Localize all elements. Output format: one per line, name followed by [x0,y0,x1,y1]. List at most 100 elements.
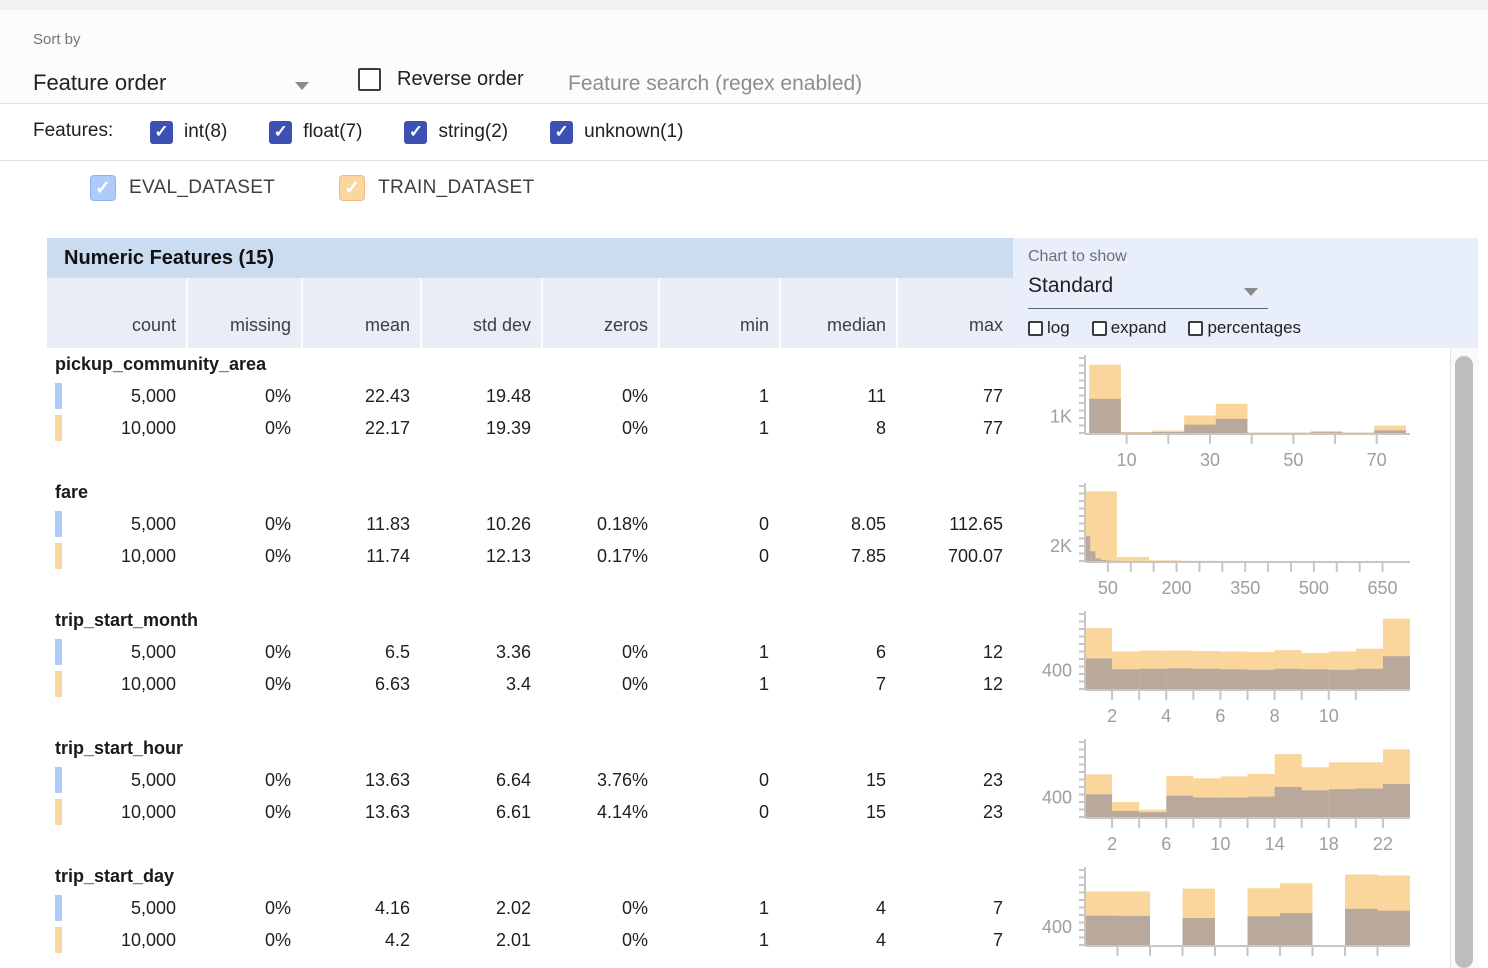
column-header-missing: missing [186,278,301,348]
feature-name: trip_start_hour [47,736,1013,764]
stat-value-missing: 0% [186,924,301,956]
stat-value-max: 23 [896,764,1013,796]
stat-value-mean: 13.63 [301,796,420,828]
chart-type-value: Standard [1028,274,1113,297]
dataset-toggle-train_dataset[interactable]: ✓ TRAIN_DATASET [339,175,534,201]
svg-text:350: 350 [1230,578,1260,598]
stat-value-median: 4 [779,892,896,924]
feature-type-filter-string[interactable]: ✓ string(2) [404,121,508,144]
filter-label: string(2) [438,121,508,143]
checkbox-unchecked-icon[interactable] [1092,321,1107,336]
checkbox-checked-icon[interactable]: ✓ [339,175,365,201]
feature-search-input[interactable] [566,63,1048,107]
sort-by-dropdown[interactable]: Feature order [33,66,323,107]
stat-value-missing: 0% [186,764,301,796]
checkbox-checked-icon[interactable]: ✓ [150,121,173,144]
chart-type-dropdown[interactable]: Standard [1028,274,1268,309]
stat-value-count: 5,000 [47,636,186,668]
stat-value-count: 5,000 [47,508,186,540]
dataset-color-swatch [55,543,62,569]
dataset-toggle-eval_dataset[interactable]: ✓ EVAL_DATASET [90,175,275,201]
stat-value-zeros: 3.76% [541,764,658,796]
stat-value-mean: 22.17 [301,412,420,444]
stat-value-median: 4 [779,924,896,956]
stat-value-std-dev: 2.01 [420,924,541,956]
stat-value-max: 12 [896,636,1013,668]
checkbox-unchecked-icon[interactable] [1028,321,1043,336]
stat-value-count: 5,000 [47,380,186,412]
column-header-zeros: zeros [541,278,658,348]
checkbox-checked-icon[interactable]: ✓ [90,175,116,201]
reverse-order-checkbox[interactable] [358,68,381,91]
stats-table-header: countmissingmeanstd devzerosminmedianmax [47,278,1013,348]
histogram-fare: 2K50200350500650 [1030,480,1450,598]
stat-value-max: 12 [896,668,1013,700]
histogram-svg: 4002610141822 [1030,736,1450,854]
toolbar: Sort by Feature order Reverse order [0,10,1488,103]
stat-value-zeros: 4.14% [541,796,658,828]
feature-type-filter-unknown[interactable]: ✓unknown(1) [550,121,683,144]
facets-overview: Sort by Feature order Reverse order Feat… [0,0,1488,968]
stat-value-zeros: 0% [541,892,658,924]
svg-text:1K: 1K [1050,406,1072,426]
stat-value-count: 10,000 [47,924,186,956]
stat-value-std-dev: 3.36 [420,636,541,668]
feature-type-filter-int[interactable]: ✓int(8) [150,121,227,144]
stats-row-train_dataset: 10,0000%6.633.40%1712 [47,668,1013,700]
stat-value-median: 8 [779,412,896,444]
svg-text:10: 10 [1117,450,1137,470]
stats-row-train_dataset: 10,0000%13.636.614.14%01523 [47,796,1013,828]
feature-type-filter-float[interactable]: ✓float(7) [269,121,362,144]
stat-value-min: 1 [658,412,779,444]
stat-value-max: 23 [896,796,1013,828]
stat-value-std-dev: 10.26 [420,508,541,540]
numeric-features-title: Numeric Features (15) [64,247,274,270]
column-header-min: min [658,278,779,348]
stat-value-min: 0 [658,508,779,540]
stat-value-missing: 0% [186,508,301,540]
dataset-color-swatch [55,511,62,537]
svg-text:2: 2 [1107,834,1117,854]
chart-option-log[interactable]: log [1028,318,1070,338]
stat-value-mean: 22.43 [301,380,420,412]
chart-controls-panel: Chart to show Standard log expand percenta… [1013,238,1478,348]
dataset-name: TRAIN_DATASET [378,177,534,199]
stat-value-count: 10,000 [47,668,186,700]
stat-value-min: 1 [658,924,779,956]
scrollbar-thumb[interactable] [1455,356,1473,968]
svg-text:6: 6 [1161,834,1171,854]
svg-text:14: 14 [1265,834,1285,854]
stats-row-eval_dataset: 5,0000%13.636.643.76%01523 [47,764,1013,796]
chart-to-show-label: Chart to show [1028,248,1127,266]
top-strip [0,0,1488,10]
svg-text:50: 50 [1283,450,1303,470]
stat-value-std-dev: 2.02 [420,892,541,924]
stat-value-std-dev: 19.48 [420,380,541,412]
stat-value-mean: 6.63 [301,668,420,700]
checkbox-unchecked-icon[interactable] [1188,321,1203,336]
stat-value-min: 0 [658,764,779,796]
stat-value-std-dev: 19.39 [420,412,541,444]
svg-text:400: 400 [1042,917,1072,937]
svg-text:6: 6 [1215,706,1225,726]
checkbox-checked-icon[interactable]: ✓ [404,121,427,144]
stat-value-max: 700.07 [896,540,1013,572]
stats-row-train_dataset: 10,0000%11.7412.130.17%07.85700.07 [47,540,1013,572]
stat-value-std-dev: 3.4 [420,668,541,700]
dataset-legend: ✓ EVAL_DATASET ✓ TRAIN_DATASET [90,175,534,201]
chevron-down-icon [295,82,309,90]
column-header-max: max [896,278,1013,348]
chart-option-percentages[interactable]: percentages [1188,318,1301,338]
stats-row-train_dataset: 10,0000%22.1719.390%1877 [47,412,1013,444]
stat-value-min: 0 [658,796,779,828]
chart-option-expand[interactable]: expand [1092,318,1167,338]
dataset-name: EVAL_DATASET [129,177,275,199]
svg-text:30: 30 [1200,450,1220,470]
stat-value-missing: 0% [186,380,301,412]
checkbox-checked-icon[interactable]: ✓ [550,121,573,144]
column-header-median: median [779,278,896,348]
dataset-color-swatch [55,895,62,921]
checkbox-checked-icon[interactable]: ✓ [269,121,292,144]
chart-option-label: percentages [1207,318,1301,338]
stat-value-zeros: 0.17% [541,540,658,572]
